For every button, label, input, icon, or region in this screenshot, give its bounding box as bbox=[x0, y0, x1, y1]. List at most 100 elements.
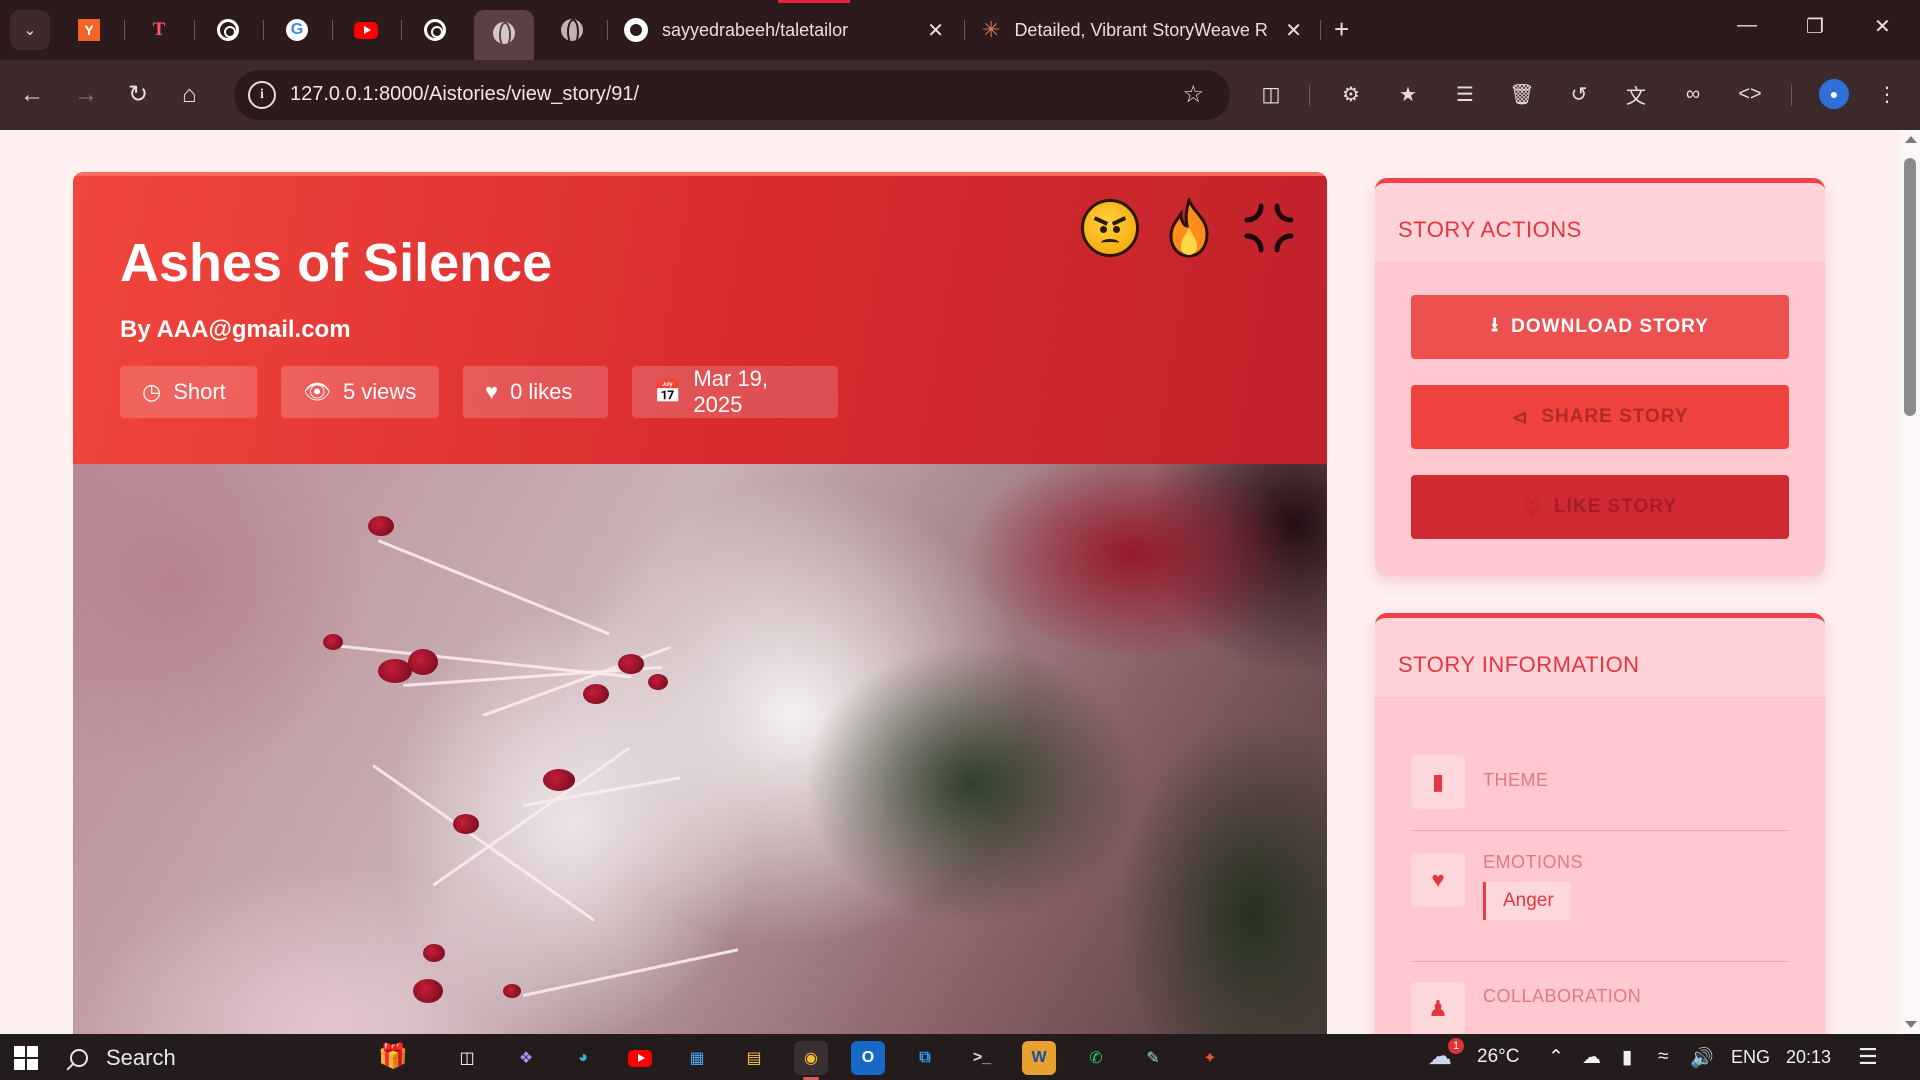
windows-taskbar: Search 🎁 ◫ ❖ ◕ ▦ ▤ ◉ O ⧉ >_ W ✆ ✎ ✦ ☁ 1 … bbox=[0, 1034, 1920, 1080]
code-icon[interactable]: <> bbox=[1736, 80, 1764, 108]
close-window-button[interactable]: ✕ bbox=[1874, 14, 1891, 39]
story-information-card: STORY INFORMATION ▮ THEME ♥ EMOTIONS Ang… bbox=[1375, 613, 1825, 1034]
pinned-tab-y[interactable]: Y bbox=[75, 16, 103, 44]
download-story-button[interactable]: ⭳ DOWNLOAD STORY bbox=[1411, 295, 1789, 359]
reload-button[interactable]: ↻ bbox=[128, 80, 148, 110]
tab-separator bbox=[194, 20, 195, 40]
story-actions-card: STORY ACTIONS ⭳ DOWNLOAD STORY ⊲ SHARE S… bbox=[1375, 178, 1825, 576]
date-text: Mar 19, 2025 bbox=[693, 366, 768, 417]
emotions-label: EMOTIONS bbox=[1483, 852, 1584, 872]
chevron-up-icon[interactable]: ⌃ bbox=[1548, 1046, 1564, 1069]
pinned-tab-chatgpt-2[interactable] bbox=[421, 16, 449, 44]
vscode-icon[interactable]: ⧉ bbox=[908, 1041, 942, 1075]
collaboration-label: COLLABORATION bbox=[1483, 986, 1642, 1006]
scroll-thumb[interactable] bbox=[1904, 158, 1916, 416]
volume-icon[interactable]: 🔊 bbox=[1690, 1046, 1714, 1070]
angry-face-icon bbox=[1080, 198, 1140, 258]
pinned-tab-globe[interactable] bbox=[558, 16, 586, 44]
t-favicon-icon: T bbox=[152, 19, 166, 40]
profile-avatar[interactable]: ● bbox=[1819, 79, 1849, 109]
reading-list-icon[interactable]: ☰ bbox=[1451, 80, 1479, 108]
heart-icon: ♥ bbox=[485, 379, 499, 404]
share-story-button[interactable]: ⊲ SHARE STORY bbox=[1411, 385, 1789, 449]
pinned-tab-chatgpt[interactable] bbox=[214, 16, 242, 44]
tab-separator bbox=[964, 20, 965, 40]
taskbar-search[interactable]: Search 🎁 bbox=[70, 1042, 420, 1074]
pinned-tab-youtube[interactable] bbox=[352, 16, 380, 44]
app-icon[interactable]: ✦ bbox=[1193, 1041, 1227, 1075]
notifications-icon[interactable]: ☰ bbox=[1858, 1044, 1878, 1070]
task-view-icon[interactable]: ◫ bbox=[450, 1041, 484, 1075]
outlook-icon[interactable]: O bbox=[851, 1041, 885, 1075]
google-icon: G bbox=[286, 19, 308, 41]
back-button[interactable]: ← bbox=[20, 80, 44, 110]
forward-button[interactable]: → bbox=[74, 80, 98, 110]
collaboration-row: ♟ COLLABORATION bbox=[1411, 982, 1789, 1034]
globe-icon bbox=[493, 22, 515, 44]
store-icon[interactable]: ▦ bbox=[680, 1041, 714, 1075]
word-app-icon[interactable]: W bbox=[1022, 1041, 1056, 1075]
weather-temp[interactable]: 26°C bbox=[1477, 1046, 1519, 1068]
link-icon[interactable]: ∞ bbox=[1679, 80, 1707, 108]
chrome-icon[interactable]: ◉ bbox=[794, 1041, 828, 1075]
weather-badge: 1 bbox=[1448, 1038, 1464, 1054]
terminal-icon[interactable]: >_ bbox=[965, 1041, 999, 1075]
likes-badge: ♥ 0 likes bbox=[463, 366, 608, 418]
close-icon[interactable]: ✕ bbox=[927, 18, 944, 43]
toolbar-separator bbox=[1309, 84, 1310, 106]
info-divider bbox=[1411, 961, 1789, 962]
page-scrollbar[interactable] bbox=[1900, 130, 1920, 1034]
minimize-button[interactable]: — bbox=[1737, 14, 1757, 37]
home-button[interactable]: ⌂ bbox=[182, 80, 197, 110]
tab-separator bbox=[401, 20, 402, 40]
fire-icon bbox=[1159, 198, 1219, 258]
menu-icon[interactable]: ⋮ bbox=[1873, 80, 1901, 108]
history-icon[interactable]: ↺ bbox=[1565, 80, 1593, 108]
length-text: Short bbox=[173, 379, 226, 404]
onedrive-icon[interactable]: ☁ bbox=[1582, 1046, 1601, 1069]
translate-icon[interactable]: 文 bbox=[1622, 80, 1650, 108]
file-explorer-icon[interactable]: ▤ bbox=[737, 1041, 771, 1075]
whatsapp-icon[interactable]: ✆ bbox=[1079, 1041, 1113, 1075]
battery-icon[interactable]: ▮ bbox=[1622, 1046, 1632, 1069]
share-label: SHARE STORY bbox=[1541, 406, 1689, 427]
bookmark-star-icon[interactable]: ☆ bbox=[1182, 80, 1204, 109]
pinned-tab-active-globe[interactable] bbox=[474, 10, 534, 60]
site-info-icon[interactable]: i bbox=[248, 81, 276, 109]
story-header: Ashes of Silence By AAA@gmail.com ◷ Shor… bbox=[73, 172, 1327, 464]
close-icon[interactable]: ✕ bbox=[1285, 18, 1302, 43]
story-card: Ashes of Silence By AAA@gmail.com ◷ Shor… bbox=[73, 172, 1327, 1034]
like-story-button[interactable]: ♡ LIKE STORY bbox=[1411, 475, 1789, 539]
clock[interactable]: 20:13 bbox=[1786, 1047, 1831, 1068]
trash-icon[interactable]: 🗑 bbox=[1508, 80, 1536, 108]
pinned-tab-t[interactable]: T bbox=[145, 16, 173, 44]
tab-search-button[interactable]: ⌄ bbox=[10, 10, 50, 50]
wifi-icon[interactable]: ≈ bbox=[1658, 1046, 1668, 1068]
story-information-title: STORY INFORMATION bbox=[1398, 652, 1640, 677]
book-icon: ▮ bbox=[1411, 755, 1465, 809]
extensions-icon[interactable]: ◫ bbox=[1257, 80, 1285, 108]
pinned-tab-google[interactable]: G bbox=[283, 16, 311, 44]
scroll-up-arrow-icon[interactable] bbox=[1905, 136, 1917, 143]
tab-github[interactable]: sayyedrabeeh/taletailor ✕ bbox=[624, 10, 944, 50]
tab-claude[interactable]: ✳ Detailed, Vibrant StoryWeave R ✕ bbox=[982, 10, 1302, 50]
copilot-icon[interactable]: ❖ bbox=[509, 1041, 543, 1075]
edge-icon[interactable]: ◕ bbox=[566, 1041, 600, 1075]
incognito-icon[interactable]: ⚙ bbox=[1337, 80, 1365, 108]
eye-icon: 👁 bbox=[303, 379, 331, 404]
chatgpt-icon bbox=[424, 19, 446, 41]
address-bar[interactable]: i 127.0.0.1:8000/Aistories/view_story/91… bbox=[234, 70, 1230, 120]
favorites-icon[interactable]: ★ bbox=[1394, 80, 1422, 108]
start-button[interactable] bbox=[14, 1046, 38, 1070]
search-placeholder: Search bbox=[106, 1045, 176, 1070]
restore-button[interactable]: ❐ bbox=[1806, 14, 1824, 39]
language-indicator[interactable]: ENG bbox=[1731, 1047, 1770, 1068]
tab-separator bbox=[1320, 20, 1321, 40]
notepad-icon[interactable]: ✎ bbox=[1136, 1041, 1170, 1075]
tab-title: Detailed, Vibrant StoryWeave R bbox=[1014, 19, 1268, 40]
theme-row: ▮ THEME bbox=[1411, 752, 1789, 812]
scroll-down-arrow-icon[interactable] bbox=[1905, 1021, 1917, 1028]
url-text[interactable]: 127.0.0.1:8000/Aistories/view_story/91/ bbox=[290, 83, 639, 106]
youtube-app-icon[interactable] bbox=[623, 1041, 657, 1075]
new-tab-button[interactable]: + bbox=[1334, 14, 1349, 45]
